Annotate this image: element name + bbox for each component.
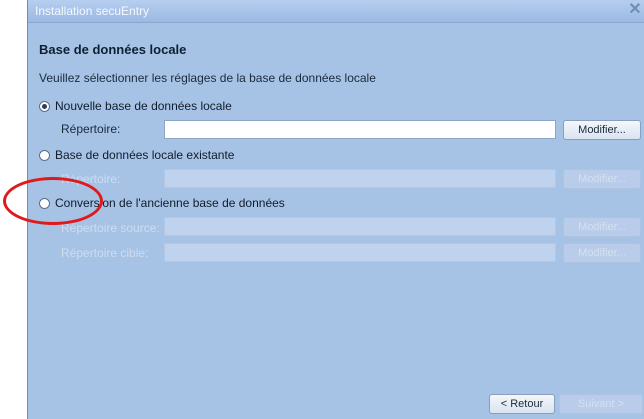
modify-target-directory-button[interactable]: Modifier...	[563, 243, 641, 263]
radio-button-convert-db[interactable]	[39, 197, 50, 209]
radio-label-convert-db: Conversion de l'ancienne base de données	[55, 196, 285, 210]
installer-window: Installation secuEntry ✕ Base de données…	[27, 0, 644, 419]
radio-option-existing-db[interactable]: Base de données locale existante	[39, 147, 234, 163]
title-bar: Installation secuEntry ✕	[28, 0, 644, 23]
existing-directory-input[interactable]	[164, 169, 556, 188]
modify-existing-directory-button[interactable]: Modifier...	[563, 169, 641, 189]
radio-option-new-db[interactable]: Nouvelle base de données locale	[39, 98, 232, 114]
directory-label: Répertoire:	[61, 122, 121, 136]
target-directory-input[interactable]	[164, 243, 556, 262]
modify-directory-button[interactable]: Modifier...	[563, 120, 641, 140]
back-button[interactable]: < Retour	[489, 394, 555, 414]
target-directory-label: Répertoire cible:	[61, 246, 149, 260]
close-icon[interactable]: ✕	[627, 1, 643, 19]
next-button[interactable]: Suivant >	[559, 394, 643, 414]
source-directory-input[interactable]	[164, 217, 556, 236]
radio-label-new-db: Nouvelle base de données locale	[55, 99, 232, 113]
modify-source-directory-button[interactable]: Modifier...	[563, 217, 641, 237]
window-title: Installation secuEntry	[35, 4, 150, 18]
page-description: Veuillez sélectionner les réglages de la…	[39, 71, 376, 85]
page-heading: Base de données locale	[39, 42, 187, 57]
radio-label-existing-db: Base de données locale existante	[55, 148, 235, 162]
radio-button-new-db[interactable]	[39, 100, 50, 112]
radio-button-existing-db[interactable]	[39, 149, 50, 161]
radio-option-convert-db[interactable]: Conversion de l'ancienne base de données	[39, 195, 285, 211]
source-directory-label: Répertoire source:	[61, 221, 160, 235]
directory-input[interactable]	[164, 120, 556, 139]
existing-directory-label: Répertoire:	[61, 172, 121, 186]
